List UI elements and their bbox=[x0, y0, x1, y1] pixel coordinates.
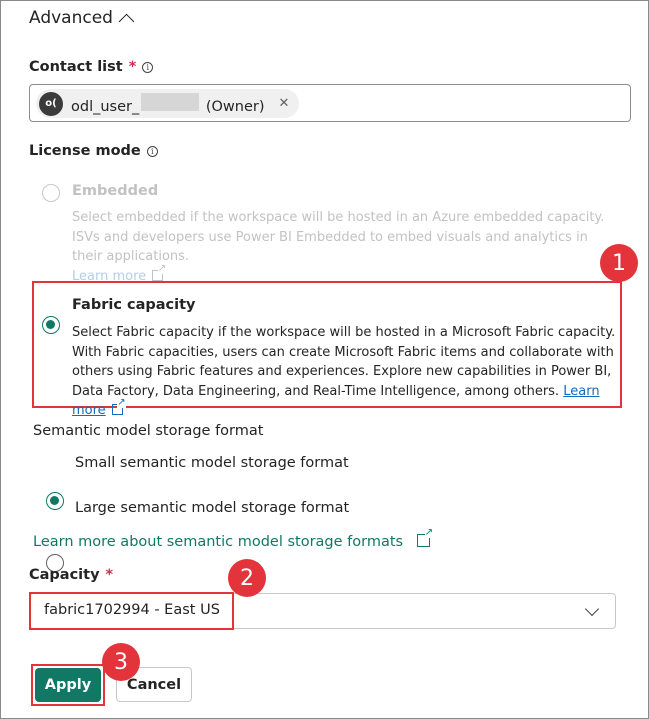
fabric-capacity-radio[interactable] bbox=[42, 316, 60, 334]
external-link-icon bbox=[417, 528, 434, 547]
capacity-label: Capacity * bbox=[29, 567, 114, 583]
avatar: o( bbox=[39, 91, 63, 116]
required-asterisk: * bbox=[128, 59, 137, 75]
callout-badge-2: 2 bbox=[228, 559, 266, 597]
contact-list-input[interactable]: o( odl_user_ (Owner) ✕ bbox=[29, 84, 631, 122]
redacted-block bbox=[141, 92, 200, 111]
embedded-radio[interactable] bbox=[42, 184, 60, 202]
storage-format-label: Semantic model storage format bbox=[33, 423, 264, 439]
callout-badge-3: 3 bbox=[102, 643, 140, 681]
fabric-capacity-title: Fabric capacity bbox=[72, 297, 196, 313]
contact-list-label: Contact list * i bbox=[29, 59, 154, 75]
apply-highlight bbox=[31, 664, 105, 706]
info-icon[interactable]: i bbox=[142, 61, 154, 73]
small-format-label: Small semantic model storage format bbox=[75, 455, 349, 471]
small-format-radio[interactable] bbox=[46, 492, 64, 510]
callout-badge-1: 1 bbox=[600, 244, 638, 282]
large-format-label: Large semantic model storage format bbox=[75, 500, 350, 516]
advanced-title: Advanced bbox=[29, 8, 113, 28]
chevron-down-icon bbox=[584, 601, 600, 617]
advanced-section-header[interactable]: Advanced bbox=[29, 8, 135, 29]
embedded-description: Select embedded if the workspace will be… bbox=[72, 208, 617, 286]
required-asterisk: * bbox=[105, 567, 114, 583]
external-link-icon bbox=[111, 398, 126, 415]
license-mode-label: License mode i bbox=[29, 143, 158, 159]
contact-chip-name: odl_user_ (Owner) bbox=[71, 92, 265, 115]
capacity-highlight bbox=[29, 592, 234, 630]
external-link-icon bbox=[152, 263, 167, 281]
fabric-capacity-description: Select Fabric capacity if the workspace … bbox=[72, 323, 617, 421]
contact-chip: o( odl_user_ (Owner) ✕ bbox=[36, 89, 300, 118]
info-icon[interactable]: i bbox=[146, 145, 158, 157]
embedded-title: Embedded bbox=[72, 183, 159, 199]
close-icon[interactable]: ✕ bbox=[279, 96, 290, 111]
chevron-up-icon bbox=[118, 13, 135, 29]
storage-format-learn-more-link[interactable]: Learn more about semantic model storage … bbox=[33, 528, 434, 550]
